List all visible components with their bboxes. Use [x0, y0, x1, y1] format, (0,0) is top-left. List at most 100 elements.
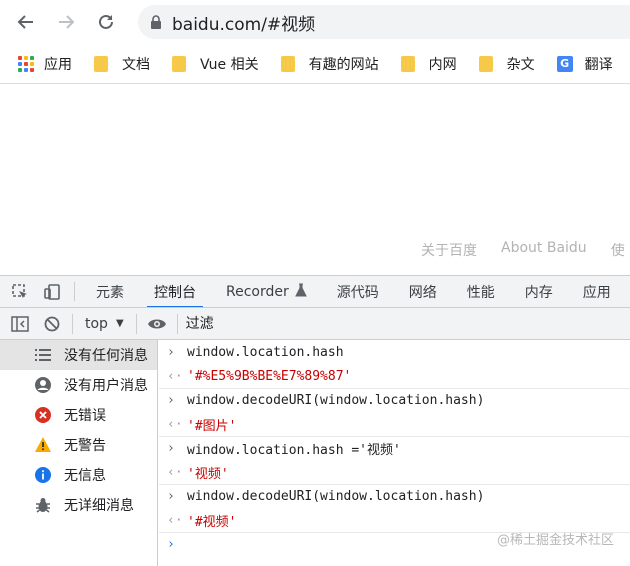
result-chevron-icon: ‹· — [167, 512, 183, 528]
devtools-tab[interactable]: 元素 — [81, 276, 139, 307]
eye-icon — [147, 319, 166, 328]
devtools-tab[interactable]: 控制台 — [139, 276, 211, 307]
console-input-line: › window.location.hash — [159, 340, 630, 364]
forward-arrow-icon — [59, 15, 75, 29]
sidebar-filter-item[interactable]: 无详细消息 — [0, 490, 157, 520]
forward-button[interactable] — [48, 4, 84, 40]
back-arrow-icon — [17, 15, 33, 29]
sidebar-filter-item[interactable]: 没有任何消息 — [0, 340, 157, 370]
devtools-tabbar: 元素 控制台 Recorder 源代码 网络 性能 内存 应用 — [0, 275, 630, 308]
devtools-tab[interactable]: 应用 — [568, 276, 626, 307]
bookmark-item[interactable]: 有趣的网站 — [280, 54, 379, 74]
context-label: top — [85, 315, 108, 332]
bookmark-label: 有趣的网站 — [308, 56, 379, 73]
sidebar-filter-item[interactable]: 没有用户消息 — [0, 370, 157, 400]
devtools-tab[interactable]: 性能 — [452, 276, 510, 307]
url-text: baidu.com/#视频 — [172, 14, 316, 35]
context-selector[interactable]: top ▼ — [77, 316, 132, 332]
back-button[interactable] — [8, 4, 44, 40]
devtools-tab[interactable]: Recorder — [211, 276, 322, 307]
console-result: '#%E5%9B%BE%E7%89%87' — [187, 368, 352, 384]
input-chevron-icon: › — [167, 489, 175, 504]
bookmark-label: 内网 — [428, 56, 457, 73]
folder-icon — [172, 55, 186, 72]
clear-console-button[interactable] — [36, 308, 68, 340]
toolbar-divider — [176, 313, 178, 334]
console-result-line: ‹· '#图片' — [159, 412, 630, 436]
caret-down-icon: ▼ — [115, 318, 124, 329]
address-bar[interactable]: baidu.com/#视频 — [138, 5, 630, 39]
web-page: 关于百度 About Baidu 使 — [0, 85, 630, 275]
devtools-tab[interactable]: 内存 — [510, 276, 568, 307]
toolbar-divider — [72, 313, 73, 334]
device-toolbar-button[interactable] — [36, 276, 68, 307]
tab-label: 应用 — [582, 284, 611, 301]
console-command: window.decodeURI(window.location.hash) — [187, 489, 485, 504]
device-icon — [44, 283, 60, 300]
lock-icon — [151, 15, 161, 29]
bookmark-item[interactable]: 文档 — [94, 54, 150, 74]
sidebar-item-label: 无警告 — [64, 438, 106, 454]
footer-link-partial[interactable]: 使 — [611, 240, 625, 260]
prompt-chevron-icon: › — [167, 537, 175, 552]
console-result-line: ‹· '视频' — [159, 460, 630, 484]
result-chevron-icon: ‹· — [167, 464, 183, 480]
bookmark-item[interactable]: Vue 相关 — [172, 54, 259, 74]
bookmark-label: 翻译 — [584, 56, 613, 73]
warning-icon — [34, 436, 52, 454]
sidebar-filter-item[interactable]: 无警告 — [0, 430, 157, 460]
inspect-icon — [12, 283, 27, 298]
sidebar-item-label: 无信息 — [64, 468, 106, 484]
bookmark-label: 杂文 — [506, 56, 535, 73]
sidebar-filter-item[interactable]: 无错误 — [0, 400, 157, 430]
sidebar-toggle-icon — [11, 315, 29, 332]
apps-grid-icon — [18, 55, 34, 72]
console-sidebar: 没有任何消息 没有用户消息 无错误无警告无信息无详细消息 — [0, 340, 158, 566]
devtools-tab[interactable]: 源代码 — [322, 276, 394, 307]
reload-icon — [99, 14, 113, 29]
sidebar-item-label: 没有任何消息 — [64, 348, 148, 364]
tab-label: 网络 — [408, 284, 437, 301]
footer-link-about-en[interactable]: About Baidu — [501, 240, 587, 260]
sidebar-item-label: 无错误 — [64, 408, 106, 424]
console-result-line: ‹· '#%E5%9B%BE%E7%89%87' — [159, 364, 630, 388]
tab-label: 源代码 — [336, 284, 379, 301]
bookmark-item[interactable]: 内网 — [400, 54, 457, 74]
console-command: window.location.hash — [187, 344, 344, 360]
reload-button[interactable] — [88, 4, 124, 40]
folder-icon — [400, 55, 415, 72]
tab-label: 控制台 — [154, 284, 196, 301]
inspect-element-button[interactable] — [4, 276, 36, 307]
live-expression-button[interactable] — [141, 308, 173, 340]
console-result: '视频' — [187, 466, 229, 482]
browser-toolbar: baidu.com/#视频 — [0, 0, 630, 44]
bookmark-item[interactable]: G 翻译 — [556, 54, 613, 74]
tab-label: 元素 — [96, 284, 124, 301]
console-input-line: › window.location.hash ='视频' — [159, 436, 630, 460]
tab-label: 内存 — [524, 284, 553, 301]
console-filter-input[interactable] — [185, 311, 630, 336]
console-result: '#图片' — [187, 418, 237, 434]
result-chevron-icon: ‹· — [167, 416, 183, 432]
bookmark-item[interactable]: 杂文 — [478, 54, 535, 74]
list-icon — [34, 346, 52, 364]
sidebar-item-label: 无详细消息 — [64, 498, 134, 514]
devtools-tab-list: 元素 控制台 Recorder 源代码 网络 性能 内存 应用 — [81, 276, 626, 307]
toggle-sidebar-button[interactable] — [4, 308, 36, 340]
sidebar-filter-item[interactable]: 无信息 — [0, 460, 157, 490]
footer-link-about-cn[interactable]: 关于百度 — [421, 240, 477, 260]
folder-icon — [478, 55, 493, 72]
input-chevron-icon: › — [167, 393, 175, 408]
console-input-line: › window.decodeURI(window.location.hash) — [159, 388, 630, 412]
console-toolbar: top ▼ — [0, 308, 630, 340]
devtools-tab[interactable]: 网络 — [394, 276, 452, 307]
tab-divider — [74, 282, 75, 301]
translate-icon: G — [556, 55, 573, 72]
info-icon — [34, 466, 52, 484]
console-result: '#视频' — [187, 514, 237, 530]
sidebar-item-label: 没有用户消息 — [64, 378, 148, 394]
watermark: @稀土掘金技术社区 — [496, 533, 614, 548]
input-chevron-icon: › — [167, 441, 175, 456]
tab-label: Recorder — [226, 283, 289, 300]
bookmark-item[interactable]: 应用 — [18, 54, 72, 74]
